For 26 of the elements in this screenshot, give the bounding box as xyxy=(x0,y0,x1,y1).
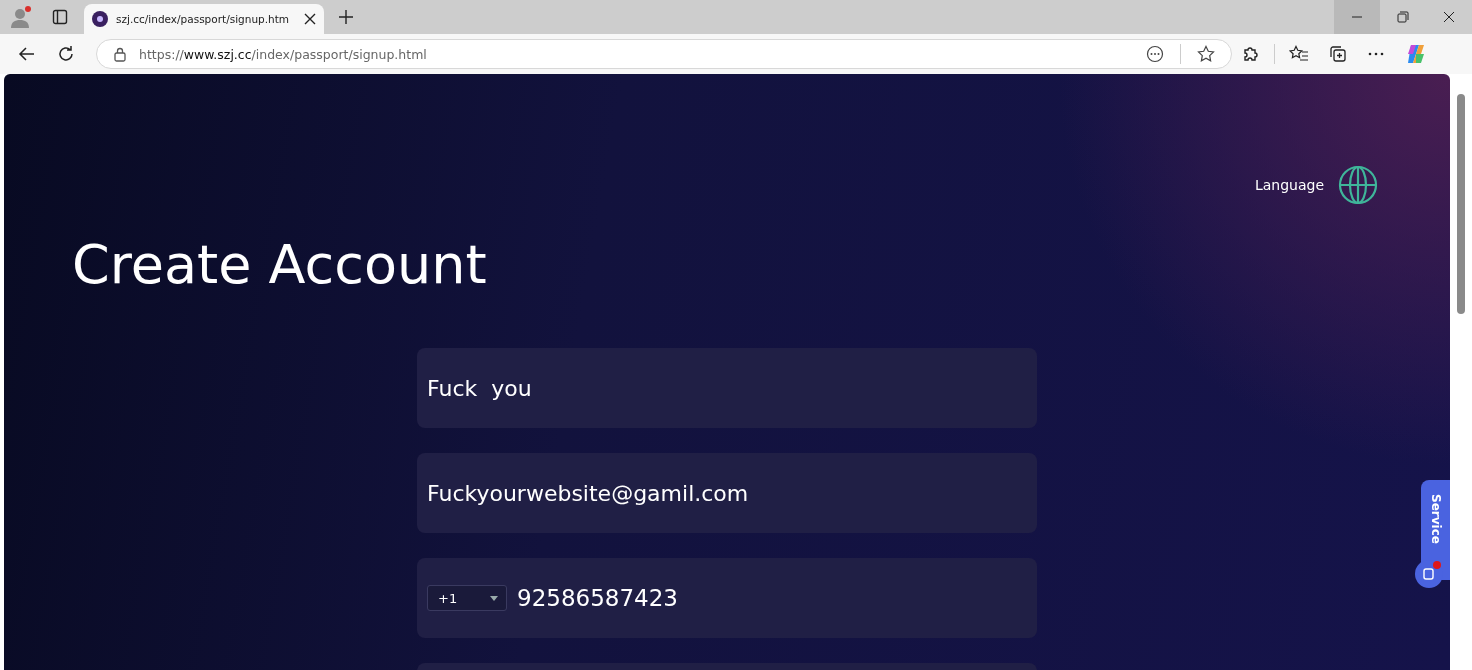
star-icon[interactable] xyxy=(1197,45,1215,63)
address-bar[interactable]: https://www.szj.cc/index/passport/signup.html xyxy=(96,39,1232,69)
country-code-select[interactable]: +1 xyxy=(427,585,507,611)
caret-icon xyxy=(490,595,498,601)
input-field[interactable]: Fuckyourwebsite@gamil.com xyxy=(417,453,1037,533)
browser-tab[interactable]: szj.cc/index/passport/signup.htm xyxy=(84,4,324,34)
url-text: https://www.szj.cc/index/passport/signup.html xyxy=(139,46,427,62)
phone-input[interactable]: 92586587423 xyxy=(517,585,678,611)
lock-icon xyxy=(113,46,127,62)
chat-icon[interactable] xyxy=(1414,559,1444,589)
assistant-icon[interactable] xyxy=(1405,43,1427,65)
favorites-icon[interactable] xyxy=(1289,45,1309,63)
new-tab-icon[interactable] xyxy=(338,9,354,25)
tab-actions-icon[interactable] xyxy=(52,9,68,25)
globe-icon[interactable] xyxy=(1338,165,1378,205)
profile-icon[interactable] xyxy=(10,5,34,29)
language-label[interactable]: Language xyxy=(1254,177,1324,193)
back-icon[interactable] xyxy=(18,45,36,63)
refresh-icon[interactable] xyxy=(57,45,75,63)
more-options-icon[interactable] xyxy=(1146,45,1164,63)
input-field[interactable]: Fuck you xyxy=(417,348,1037,428)
site-icon xyxy=(92,11,108,27)
collections-icon[interactable] xyxy=(1329,45,1347,63)
page-title: Create Account xyxy=(72,233,488,296)
close-icon[interactable] xyxy=(304,13,316,25)
puzzle-icon[interactable] xyxy=(1242,45,1260,63)
